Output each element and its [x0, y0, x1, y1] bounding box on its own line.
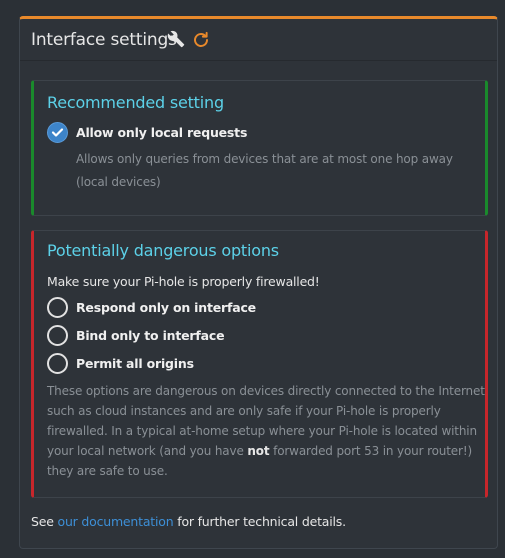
- recommended-title: Recommended setting: [47, 93, 224, 112]
- permit-all-origins-label[interactable]: Permit all origins: [76, 356, 194, 371]
- bind-only-interface-radio[interactable]: [47, 325, 68, 346]
- footer-suffix: for further technical details.: [173, 514, 346, 529]
- dangerous-description: These options are dangerous on devices d…: [47, 381, 487, 481]
- check-icon: [51, 128, 64, 137]
- bind-only-interface-label[interactable]: Bind only to interface: [76, 328, 225, 343]
- recommended-setting-box: Recommended setting Allow only local req…: [31, 80, 488, 216]
- refresh-icon[interactable]: [192, 31, 210, 49]
- respond-only-interface-radio[interactable]: [47, 297, 68, 318]
- footer-prefix: See: [31, 514, 58, 529]
- dangerous-options-box: Potentially dangerous options Make sure …: [31, 230, 488, 498]
- panel-title: Interface settings: [31, 30, 177, 50]
- documentation-link[interactable]: our documentation: [58, 514, 174, 529]
- footer-note: See our documentation for further techni…: [31, 514, 346, 529]
- firewall-warning: Make sure your Pi-hole is properly firew…: [47, 274, 320, 289]
- wrench-icon: [167, 30, 185, 48]
- panel-header: Interface settings: [20, 19, 497, 61]
- dangerous-title: Potentially dangerous options: [47, 241, 279, 260]
- dangerous-description-bold: not: [247, 444, 270, 458]
- interface-settings-panel: Interface settings Recommended setting A…: [19, 16, 498, 549]
- allow-local-requests-label[interactable]: Allow only local requests: [76, 125, 247, 140]
- respond-only-interface-label[interactable]: Respond only on interface: [76, 300, 256, 315]
- permit-all-origins-radio[interactable]: [47, 353, 68, 374]
- allow-local-requests-checkbox[interactable]: [47, 122, 68, 143]
- recommended-description: Allows only queries from devices that ar…: [76, 152, 453, 189]
